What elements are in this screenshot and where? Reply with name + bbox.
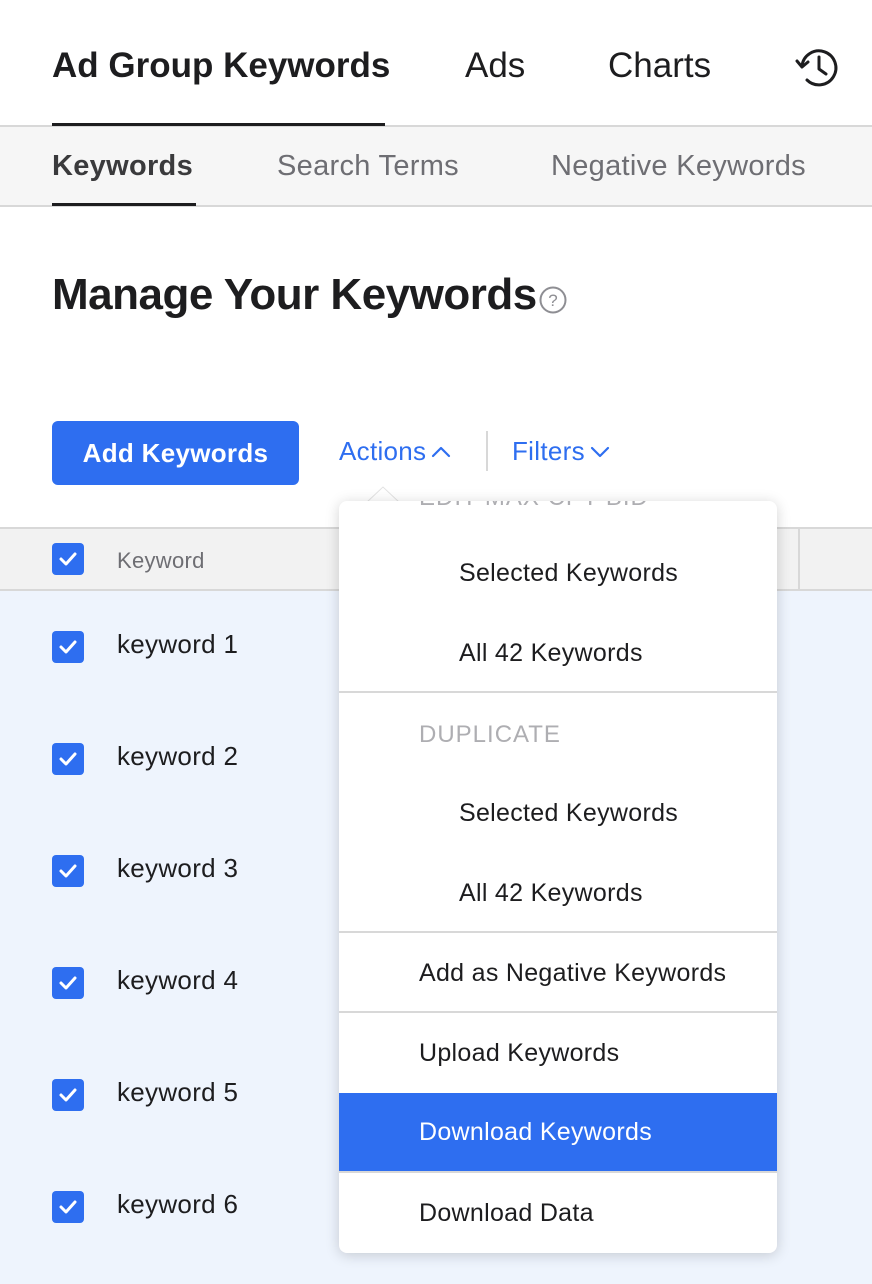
keyword-cell: keyword 6 (117, 1189, 239, 1219)
menu-item-edit-selected-keywords[interactable]: Selected Keywords (339, 533, 777, 613)
dropdown-caret (367, 486, 399, 502)
tab-ads[interactable]: Ads (465, 46, 525, 86)
tab-charts[interactable]: Charts (608, 46, 711, 86)
select-all-checkbox[interactable] (52, 543, 84, 575)
row-checkbox[interactable] (52, 967, 84, 999)
tab-keywords[interactable]: Keywords (52, 150, 193, 183)
column-header-keyword[interactable]: Keyword (117, 548, 205, 574)
toolbar-divider (486, 431, 488, 471)
top-navigation: Ad Group Keywords Ads Charts (0, 0, 872, 127)
row-checkbox[interactable] (52, 1191, 84, 1223)
actions-label: Actions (339, 436, 427, 466)
history-icon[interactable] (794, 44, 842, 92)
add-keywords-button[interactable]: Add Keywords (52, 421, 299, 485)
menu-heading-edit-bid: EDIT MAX CPT BID (419, 501, 649, 512)
menu-separator (339, 691, 777, 693)
checkmark-icon (59, 752, 77, 766)
menu-item-edit-all-keywords[interactable]: All 42 Keywords (339, 613, 777, 693)
row-checkbox[interactable] (52, 855, 84, 887)
menu-item-download-keywords[interactable]: Download Keywords (339, 1093, 777, 1171)
page-title: Manage Your Keywords (52, 270, 537, 319)
keyword-cell: keyword 1 (117, 629, 239, 659)
keyword-cell: keyword 4 (117, 965, 239, 995)
actions-menu: EDIT MAX CPT BID Selected Keywords All 4… (339, 501, 777, 1253)
chevron-up-icon (432, 446, 451, 457)
sub-navigation: Keywords Search Terms Negative Keywords (0, 127, 872, 207)
row-checkbox[interactable] (52, 631, 84, 663)
row-checkbox[interactable] (52, 743, 84, 775)
tab-ad-group-keywords[interactable]: Ad Group Keywords (52, 46, 390, 86)
filters-label: Filters (512, 436, 585, 466)
active-subtab-indicator (52, 203, 196, 206)
menu-item-add-negative-keywords[interactable]: Add as Negative Keywords (339, 933, 777, 1013)
checkmark-icon (59, 640, 77, 654)
checkmark-icon (59, 864, 77, 878)
menu-item-duplicate-all-keywords[interactable]: All 42 Keywords (339, 853, 777, 933)
menu-heading-duplicate: DUPLICATE (419, 721, 561, 748)
keyword-cell: keyword 2 (117, 741, 239, 771)
row-checkbox[interactable] (52, 1079, 84, 1111)
tab-negative-keywords[interactable]: Negative Keywords (551, 150, 806, 183)
checkmark-icon (59, 1088, 77, 1102)
keyword-cell: keyword 5 (117, 1077, 239, 1107)
checkmark-icon (59, 976, 77, 990)
actions-dropdown-toggle[interactable]: Actions (339, 436, 452, 467)
svg-text:?: ? (548, 291, 557, 310)
checkmark-icon (59, 552, 77, 566)
question-circle-icon[interactable]: ? (539, 286, 567, 314)
active-tab-indicator (52, 123, 385, 126)
filters-dropdown-toggle[interactable]: Filters (512, 436, 611, 467)
tab-search-terms[interactable]: Search Terms (277, 150, 459, 183)
column-divider (798, 529, 800, 589)
checkmark-icon (59, 1200, 77, 1214)
keyword-cell: keyword 3 (117, 853, 239, 883)
menu-item-upload-keywords[interactable]: Upload Keywords (339, 1013, 777, 1093)
chevron-down-icon (590, 446, 609, 457)
menu-item-download-data[interactable]: Download Data (339, 1173, 777, 1253)
menu-item-duplicate-selected-keywords[interactable]: Selected Keywords (339, 773, 777, 853)
